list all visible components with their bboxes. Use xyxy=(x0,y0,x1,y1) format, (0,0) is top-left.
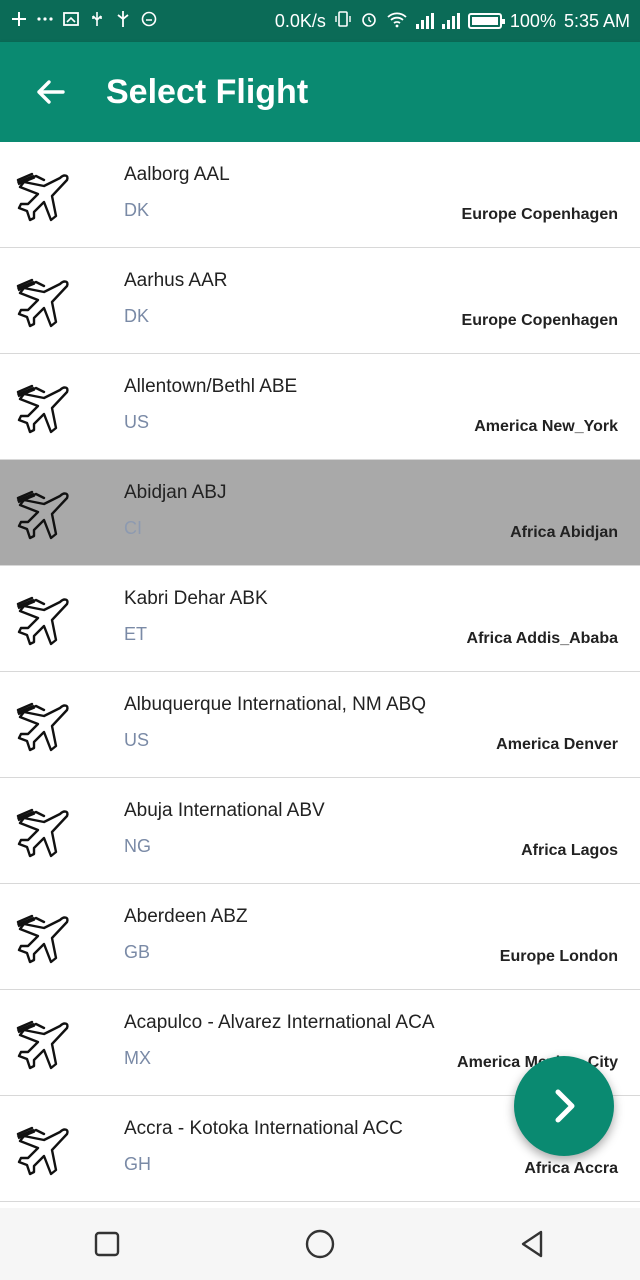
timezone-label: Africa Abidjan xyxy=(510,524,618,541)
home-button[interactable] xyxy=(290,1214,350,1274)
screenshot-icon xyxy=(62,10,80,32)
flight-list-item[interactable]: Aalborg AAL DK Europe Copenhagen xyxy=(0,142,640,248)
flight-list-item[interactable]: Albuquerque International, NM ABQ US Ame… xyxy=(0,672,640,778)
country-code: US xyxy=(124,730,150,750)
vibrate-icon xyxy=(334,10,352,32)
timezone-label: Europe Copenhagen xyxy=(461,206,618,223)
country-code: ET xyxy=(124,624,148,644)
country-code: GH xyxy=(124,1154,151,1174)
triangle-back-icon xyxy=(522,1230,543,1258)
flight-name: Abidjan ABJ xyxy=(124,482,227,503)
flight-name: Albuquerque International, NM ABQ xyxy=(124,694,427,715)
notification-icon xyxy=(140,10,158,32)
flight-list[interactable]: Aalborg AAL DK Europe Copenhagen Aarhus … xyxy=(0,142,640,1202)
timezone-label: Africa Addis_Ababa xyxy=(466,630,618,647)
airplane-icon xyxy=(16,808,69,858)
alarm-icon xyxy=(360,10,378,32)
airplane-icon xyxy=(16,490,69,540)
system-nav-bar xyxy=(0,1208,640,1280)
next-button[interactable] xyxy=(514,1056,614,1156)
airplane-icon xyxy=(16,702,69,752)
status-bar: 0.0K/s 100% 5:35 AM xyxy=(0,0,640,42)
wifi-icon xyxy=(386,10,408,32)
country-code: US xyxy=(124,412,150,432)
flight-list-item[interactable]: Aarhus AAR DK Europe Copenhagen xyxy=(0,248,640,354)
airplane-icon xyxy=(16,172,69,222)
back-button[interactable] xyxy=(20,62,80,122)
country-code: GB xyxy=(124,942,151,962)
flight-list-item[interactable]: Abuja International ABV NG Africa Lagos xyxy=(0,778,640,884)
plus-icon xyxy=(10,10,28,32)
timezone-label: Europe London xyxy=(499,948,618,965)
airplane-icon xyxy=(16,1020,69,1070)
net-speed: 0.0K/s xyxy=(274,10,326,31)
country-code: CI xyxy=(124,518,142,538)
flight-name: Kabri Dehar ABK xyxy=(124,588,268,609)
signal-icon xyxy=(415,13,434,29)
recent-apps-button[interactable] xyxy=(77,1214,137,1274)
flight-name: Abuja International ABV xyxy=(124,800,325,821)
country-code: DK xyxy=(124,200,150,220)
flight-name: Aarhus AAR xyxy=(124,270,228,291)
battery-icon xyxy=(467,13,505,29)
arrow-left-icon xyxy=(37,80,65,104)
timezone-label: Africa Lagos xyxy=(521,842,618,859)
flight-name: Allentown/Bethl ABE xyxy=(124,376,298,397)
status-right: 0.0K/s 100% 5:35 AM xyxy=(275,10,630,32)
airplane-icon xyxy=(16,278,69,328)
airplane-icon xyxy=(16,596,69,646)
signal-2-icon xyxy=(441,13,460,29)
circle-icon xyxy=(305,1229,335,1259)
flight-list-item[interactable]: Abidjan ABJ CI Africa Abidjan xyxy=(0,460,640,566)
flight-name: Aberdeen ABZ xyxy=(124,906,248,927)
country-code: MX xyxy=(124,1048,151,1068)
status-left-icons xyxy=(10,10,158,32)
timezone-label: America New_York xyxy=(474,418,618,435)
usb-debug-icon xyxy=(114,10,132,32)
airplane-icon xyxy=(16,1126,69,1176)
usb-icon xyxy=(88,10,106,32)
flight-name: Aalborg AAL xyxy=(124,164,230,185)
country-code: NG xyxy=(124,836,151,856)
chevron-right-icon xyxy=(555,1089,575,1123)
app-bar: Select Flight xyxy=(0,42,640,142)
clock: 5:35 AM xyxy=(563,10,630,31)
page-title: Select Flight xyxy=(106,72,309,111)
country-code: DK xyxy=(124,306,150,326)
flight-name: Accra - Kotoka International ACC xyxy=(124,1118,403,1139)
flight-list-item[interactable]: Aberdeen ABZ GB Europe London xyxy=(0,884,640,990)
timezone-label: Africa Accra xyxy=(524,1160,618,1177)
flight-name: Acapulco - Alvarez International ACA xyxy=(124,1012,435,1033)
airplane-icon xyxy=(16,914,69,964)
square-icon xyxy=(94,1231,119,1257)
flight-list-item[interactable]: Kabri Dehar ABK ET Africa Addis_Ababa xyxy=(0,566,640,672)
more-icon xyxy=(36,10,54,32)
timezone-label: America Denver xyxy=(496,736,618,753)
flight-list-item[interactable]: Allentown/Bethl ABE US America New_York xyxy=(0,354,640,460)
back-nav-button[interactable] xyxy=(503,1214,563,1274)
battery-level: 100% xyxy=(509,10,556,31)
timezone-label: Europe Copenhagen xyxy=(461,312,618,329)
airplane-icon xyxy=(16,384,69,434)
